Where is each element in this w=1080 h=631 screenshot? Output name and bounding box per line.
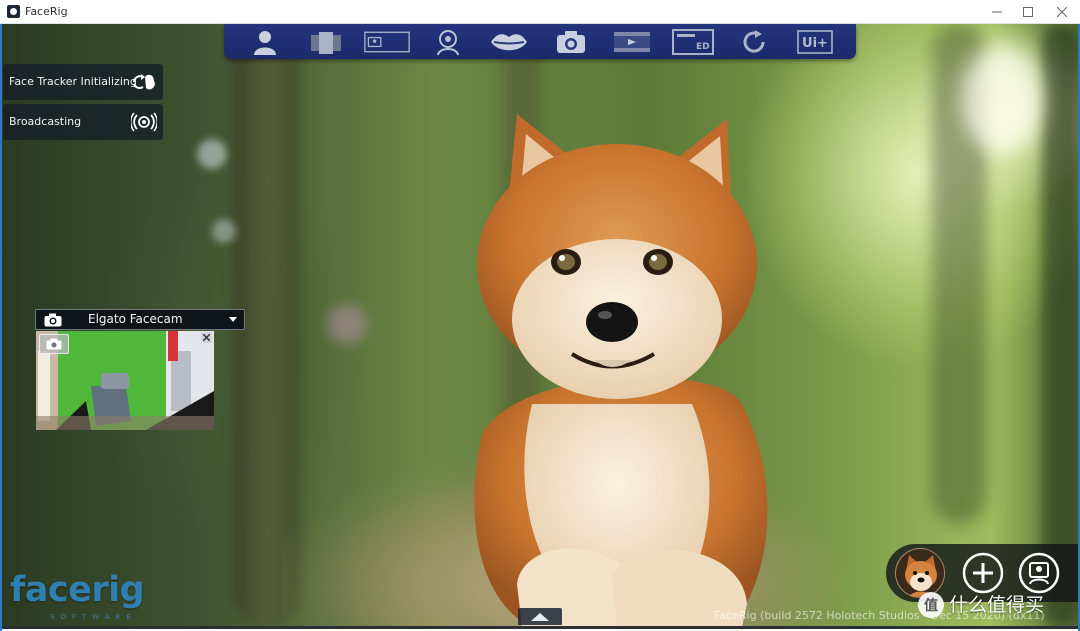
hands-sync-icon — [133, 74, 155, 90]
profile-circle-icon — [1018, 552, 1060, 594]
caret-down-icon — [229, 317, 237, 322]
camera-preview-feed — [36, 331, 214, 430]
toolbar-lipsync-button[interactable] — [486, 27, 532, 57]
camera-select-dropdown[interactable]: Elgato Facecam — [35, 309, 245, 330]
svg-text:ED: ED — [696, 42, 710, 52]
close-icon — [203, 334, 210, 341]
expand-bottom-panel-button[interactable] — [518, 608, 562, 625]
camera-name: Elgato Facecam — [88, 312, 183, 326]
ui-plus-label: Ui+ — [802, 36, 828, 51]
camera-icon — [556, 30, 585, 53]
bottom-edge-bar — [2, 626, 1078, 629]
bokeh-light — [212, 219, 236, 243]
toolbar-screenshot-button[interactable] — [548, 27, 594, 57]
close-window-button[interactable] — [1045, 0, 1079, 24]
broadcasting-status-panel: Broadcasting — [3, 104, 163, 140]
maximize-icon — [1023, 7, 1033, 17]
head-icon — [437, 29, 460, 55]
face-tracker-status-panel: Face Tracker Initializing — [3, 64, 163, 100]
window-title: FaceRig — [25, 5, 68, 18]
current-avatar-thumbnail[interactable] — [895, 548, 945, 598]
scene-frame-icon — [364, 31, 410, 52]
add-avatar-button[interactable] — [962, 552, 1004, 594]
toolbar-ui-plus-button[interactable]: Ui+ — [792, 27, 838, 57]
main-toolbar: ED Ui+ — [224, 24, 856, 59]
logo-subtitle: SOFTWARE — [50, 613, 137, 621]
facerig-window: FaceRig ED Ui+ Face Tracker Initializing… — [0, 0, 1080, 631]
close-icon — [1057, 7, 1067, 17]
tree-trunk — [1042, 24, 1078, 627]
watermark-badge: 值 — [918, 592, 944, 618]
close-preview-button[interactable] — [201, 332, 212, 343]
film-icon — [613, 31, 650, 52]
facerig-logo: facerig SOFTWARE — [10, 570, 160, 626]
title-bar: FaceRig — [0, 0, 1080, 24]
snapshot-button[interactable] — [39, 334, 69, 354]
ui-plus-icon: Ui+ — [797, 29, 834, 54]
minimize-button[interactable] — [980, 0, 1014, 24]
facerig-app-icon — [7, 5, 20, 18]
smzdm-watermark: 值 什么值得买 — [918, 592, 1044, 618]
plus-circle-icon — [962, 552, 1004, 594]
face-tracker-status-label: Face Tracker Initializing — [9, 75, 137, 88]
person-icon — [253, 30, 276, 55]
window-frame-left — [0, 24, 2, 631]
bokeh-light — [197, 139, 227, 169]
toolbar-scene-button[interactable] — [364, 27, 410, 57]
ed-screen-icon: ED — [671, 28, 714, 55]
bokeh-light — [327, 304, 367, 344]
toolbar-reset-button[interactable] — [731, 27, 777, 57]
layers-icon — [310, 31, 341, 54]
toolbar-props-button[interactable] — [425, 27, 471, 57]
maximize-button[interactable] — [1011, 0, 1045, 24]
shiba-inu-avatar — [474, 114, 768, 627]
lips-icon — [491, 33, 528, 50]
minimize-icon — [992, 11, 1002, 13]
refresh-icon — [743, 29, 765, 53]
camera-icon — [44, 313, 62, 327]
camera-icon — [46, 338, 62, 350]
bokeh-light — [962, 44, 1042, 154]
logo-text: facerig — [10, 570, 145, 610]
toolbar-advanced-ui-button[interactable]: ED — [670, 27, 716, 57]
watermark-text: 什么值得买 — [949, 594, 1045, 616]
toolbar-backgrounds-button[interactable] — [303, 27, 349, 57]
toolbar-record-button[interactable] — [609, 27, 655, 57]
shiba-avatar-icon — [896, 549, 944, 597]
toolbar-avatars-button[interactable] — [242, 27, 288, 57]
broadcasting-status-label: Broadcasting — [9, 115, 82, 128]
avatar-profile-button[interactable] — [1018, 552, 1060, 594]
broadcast-icon — [131, 112, 157, 132]
chevron-up-icon — [531, 612, 549, 621]
